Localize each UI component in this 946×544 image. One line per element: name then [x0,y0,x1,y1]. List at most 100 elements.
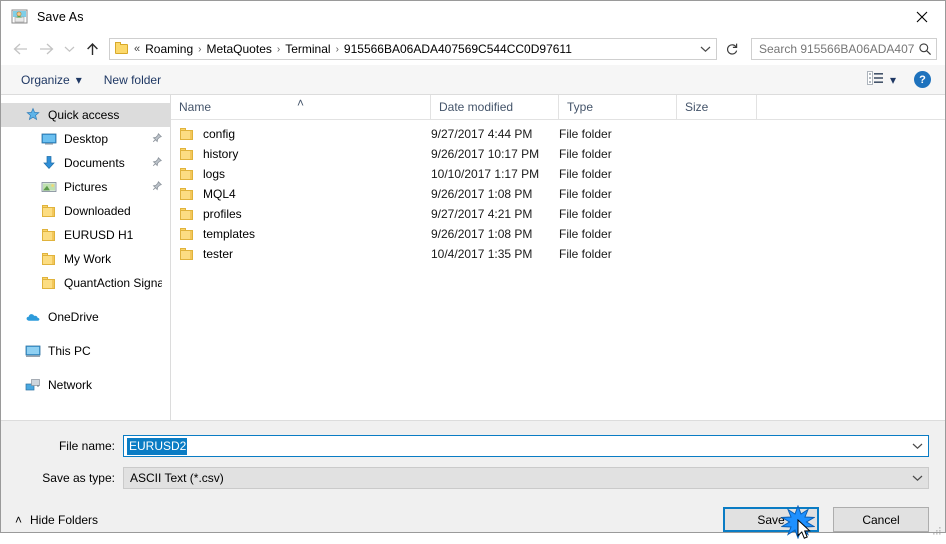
forward-button[interactable] [33,36,59,62]
pin-icon [152,180,163,194]
desktop-icon [41,131,57,147]
sidebar-item-my-work[interactable]: My Work [1,247,170,271]
table-row[interactable]: templates 9/26/2017 1:08 PM File folder [171,224,945,244]
dialog-footer: File name: EURUSD2 Save as type: ASCII T… [1,421,945,540]
recent-locations-chevron-down-icon[interactable] [59,36,79,62]
navigation-pane: Quick access Desktop Documents Pictures … [1,95,171,420]
file-type-cell: File folder [559,207,612,221]
mouse-cursor [797,518,813,541]
column-header-label: Name [179,100,212,114]
sidebar-item-quick-access[interactable]: Quick access [1,103,170,127]
column-header-date-modified[interactable]: Date modified [431,95,559,119]
back-button[interactable] [7,36,33,62]
hide-folders-button[interactable]: ˄ Hide Folders [15,513,98,527]
title-bar: Save As [1,1,945,33]
file-type-cell: File folder [559,147,612,161]
network-icon [25,377,41,393]
file-type-cell: File folder [559,127,612,141]
folder-icon [179,246,195,262]
column-header-type[interactable]: Type [559,95,677,119]
sidebar-item-quantaction-signal[interactable]: QuantAction Signal [1,271,170,295]
pin-icon [152,156,163,170]
sidebar-item-onedrive[interactable]: OneDrive [1,305,170,329]
pin-icon [152,132,163,146]
table-row[interactable]: config 9/27/2017 4:44 PM File folder [171,124,945,144]
sidebar-item-downloaded[interactable]: Downloaded [1,199,170,223]
search-input[interactable]: Search 915566BA06ADA40756... [751,38,937,60]
breadcrumb-separator[interactable]: › [334,44,341,55]
sidebar-item-pictures[interactable]: Pictures [1,175,170,199]
resize-grip[interactable] [930,526,942,538]
chevron-down-icon[interactable] [906,474,928,482]
file-name-label: profiles [203,207,242,221]
file-type-cell: File folder [559,227,612,241]
table-row[interactable]: profiles 9/27/2017 4:21 PM File folder [171,204,945,224]
file-name-cell: templates [171,226,431,242]
file-date-cell: 10/4/2017 1:35 PM [431,247,533,261]
save-as-type-row: Save as type: ASCII Text (*.csv) [1,465,945,491]
new-folder-button[interactable]: New folder [98,70,167,90]
file-date-cell: 10/10/2017 1:17 PM [431,167,540,181]
breadcrumb-item-metaquotes[interactable]: MetaQuotes [204,42,275,56]
sidebar-item-documents[interactable]: Documents [1,151,170,175]
column-headers: Name ˄ Date modified Type Size [171,95,945,120]
sidebar-item-network[interactable]: Network [1,373,170,397]
column-header-label: Type [567,100,594,114]
folder-icon [41,251,57,267]
file-name-cell: MQL4 [171,186,431,202]
file-name-input[interactable]: EURUSD2 [123,435,929,457]
table-row[interactable]: MQL4 9/26/2017 1:08 PM File folder [171,184,945,204]
close-icon[interactable] [899,1,945,33]
cancel-button[interactable]: Cancel [833,507,929,532]
file-name-label: config [203,127,236,141]
breadcrumb-item-roaming[interactable]: Roaming [142,42,196,56]
sidebar-item-eurusd-h1[interactable]: EURUSD H1 [1,223,170,247]
organize-button[interactable]: Organize ▾ [15,70,88,90]
breadcrumb-separator[interactable]: › [196,44,203,55]
view-mode-button[interactable]: ▾ [863,68,900,91]
new-folder-label: New folder [103,72,162,87]
search-icon[interactable] [914,42,936,56]
save-button[interactable]: Save [723,504,819,540]
file-name-cell: logs [171,166,431,182]
column-header-name[interactable]: Name ˄ [171,95,431,119]
address-chevron-down-icon[interactable] [694,45,716,53]
breadcrumb-item-terminal[interactable]: Terminal [282,42,333,56]
chevron-down-icon: ▾ [75,72,82,87]
file-date-cell: 9/27/2017 4:21 PM [431,207,533,221]
table-row[interactable]: history 9/26/2017 10:17 PM File folder [171,144,945,164]
up-button[interactable] [79,36,105,62]
address-bar[interactable]: « Roaming › MetaQuotes › Terminal › 9155… [109,38,717,60]
sidebar-item-label: Network [48,378,93,392]
sidebar-item-this-pc[interactable]: This PC [1,339,170,363]
file-name-label: logs [203,167,226,181]
click-burst-indicator [780,504,816,540]
sidebar-item-label: Desktop [64,132,109,146]
folder-icon [179,206,195,222]
dialog-body: Quick access Desktop Documents Pictures … [1,95,945,421]
folder-icon [179,146,195,162]
refresh-icon[interactable] [719,37,745,61]
view-list-icon [867,71,884,88]
table-row[interactable]: logs 10/10/2017 1:17 PM File folder [171,164,945,184]
file-name-label: tester [203,247,234,261]
save-as-type-select[interactable]: ASCII Text (*.csv) [123,467,929,489]
search-placeholder: Search 915566BA06ADA40756... [759,42,914,56]
chevron-down-icon[interactable] [906,442,928,450]
table-row[interactable]: tester 10/4/2017 1:35 PM File folder [171,244,945,264]
this-pc-icon [25,343,41,359]
folder-icon [179,186,195,202]
file-type-cell: File folder [559,167,612,181]
file-name-label: File name: [58,439,115,453]
star-pin-icon [25,107,41,123]
sidebar-item-desktop[interactable]: Desktop [1,127,170,151]
navigation-bar: « Roaming › MetaQuotes › Terminal › 9155… [1,33,945,65]
help-button[interactable]: ? [914,71,931,88]
breadcrumb-separator[interactable]: › [275,44,282,55]
breadcrumb-overflow[interactable]: « [134,43,142,55]
column-header-size[interactable]: Size [677,95,757,119]
file-list-pane: Name ˄ Date modified Type Size config 9/… [171,95,945,420]
breadcrumb-item-guid[interactable]: 915566BA06ADA407569C544CC0D97611 [341,42,575,56]
file-name-cell: config [171,126,431,142]
